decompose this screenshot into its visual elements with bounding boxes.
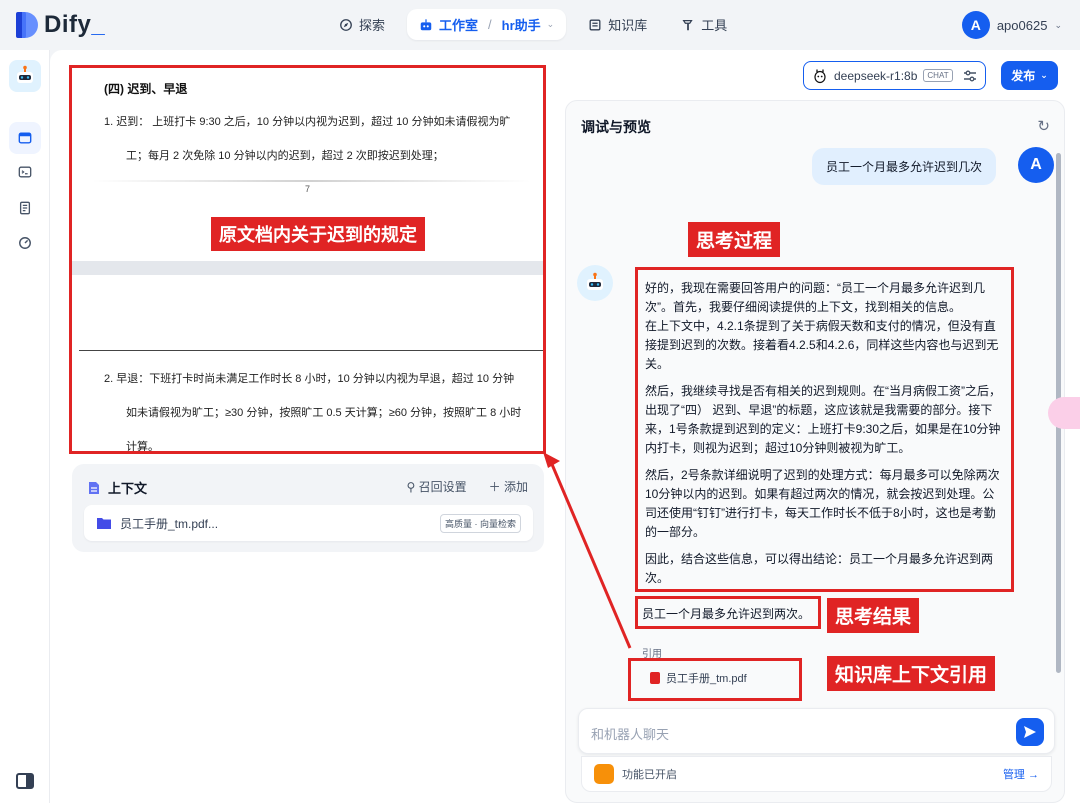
annotation-arrow [543, 452, 632, 649]
